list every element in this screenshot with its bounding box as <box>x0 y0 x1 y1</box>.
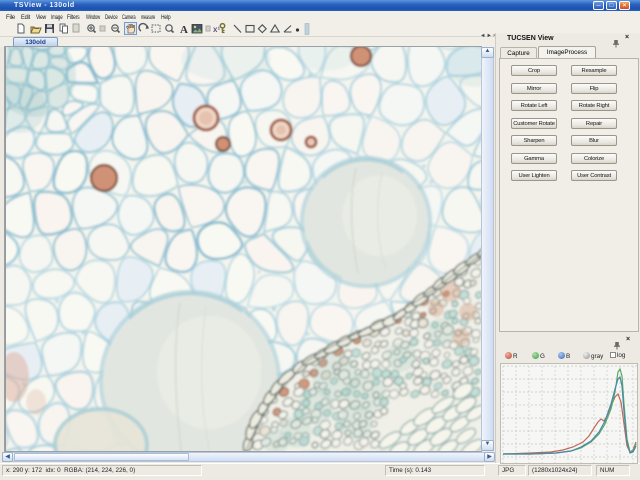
svg-text:Window: Window <box>86 15 101 21</box>
svg-text:Image: Image <box>51 15 63 21</box>
svg-text:x¹: x¹ <box>213 25 220 34</box>
svg-text:A: A <box>180 24 188 36</box>
svg-text:Help: Help <box>161 15 171 21</box>
svg-text:Edit: Edit <box>21 15 30 21</box>
svg-text:File: File <box>6 15 16 21</box>
svg-text:Filters: Filters <box>67 15 80 21</box>
svg-text:Device: Device <box>105 15 118 21</box>
svg-text:measure: measure <box>141 15 156 21</box>
svg-text:Camera: Camera <box>122 15 136 21</box>
svg-text:View: View <box>36 15 47 21</box>
